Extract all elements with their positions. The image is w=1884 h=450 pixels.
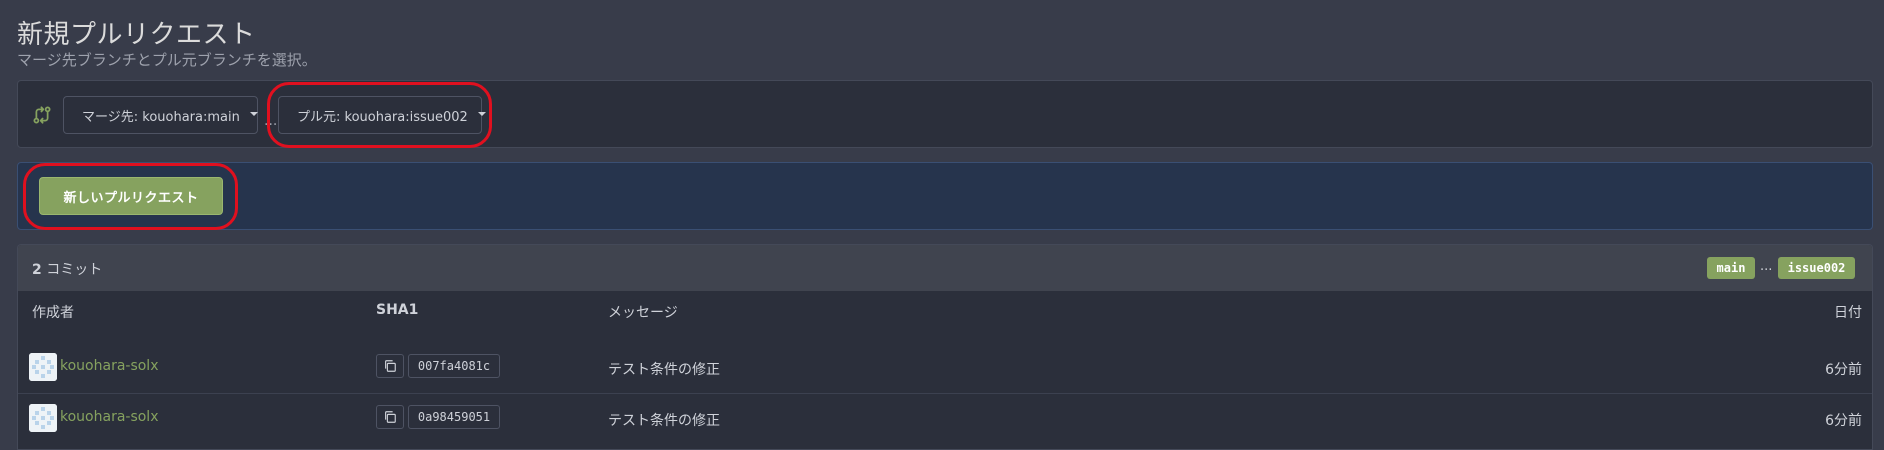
commit-row: kouohara-solx 0a98459051 テスト条件の修正 6分前	[18, 393, 1872, 443]
copy-sha-button[interactable]	[376, 354, 404, 378]
commit-date: 6分前	[1825, 413, 1862, 429]
column-header-message: メッセージ	[608, 305, 678, 321]
commit-count-number: 2	[32, 262, 42, 278]
commit-message[interactable]: テスト条件の修正	[608, 410, 720, 430]
page-title: 新規プルリクエスト	[17, 20, 256, 50]
new-pull-request-panel: 新しいプルリクエスト	[17, 162, 1873, 230]
column-header-author: 作成者	[32, 305, 74, 321]
commit-message[interactable]: テスト条件の修正	[608, 359, 720, 379]
avatar[interactable]	[29, 404, 57, 432]
head-branch-dropdown[interactable]: プル元: kouohara:issue002	[278, 96, 486, 134]
git-compare-icon	[32, 105, 52, 125]
author-link[interactable]: kouohara-solx	[60, 409, 159, 425]
branch-range-dots: ...	[1760, 259, 1773, 274]
page-subtitle: マージ先ブランチとプル元ブランチを選択。	[17, 51, 317, 69]
caret-down-icon	[477, 112, 486, 116]
copy-icon	[385, 360, 396, 372]
head-branch-badge: issue002	[1778, 257, 1855, 279]
commits-panel: 2 コミット main ... issue002 作成者 SHA1 メッセージ …	[17, 244, 1873, 450]
commit-row: kouohara-solx 007fa4081c テスト条件の修正 6分前	[18, 343, 1872, 393]
commits-header: 2 コミット main ... issue002	[18, 245, 1872, 291]
avatar[interactable]	[29, 353, 57, 381]
commit-date: 6分前	[1825, 362, 1862, 378]
base-branch-label: マージ先: kouohara:main	[82, 109, 240, 125]
base-branch-dropdown[interactable]: マージ先: kouohara:main	[63, 96, 258, 134]
commit-count-suffix: コミット	[46, 262, 103, 278]
branch-selector-panel: マージ先: kouohara:main ... プル元: kouohara:is…	[17, 80, 1873, 148]
author-link[interactable]: kouohara-solx	[60, 358, 159, 374]
copy-sha-button[interactable]	[376, 405, 404, 429]
commit-sha-link[interactable]: 007fa4081c	[408, 354, 500, 378]
head-branch-label: プル元: kouohara:issue002	[297, 109, 468, 125]
caret-down-icon	[249, 112, 258, 116]
base-branch-badge: main	[1707, 257, 1755, 279]
branch-separator: ...	[264, 113, 278, 129]
commit-count: 2 コミット	[32, 259, 102, 279]
new-pull-request-button[interactable]: 新しいプルリクエスト	[39, 177, 223, 215]
column-header-sha: SHA1	[376, 302, 419, 318]
copy-icon	[385, 411, 396, 423]
commit-sha-link[interactable]: 0a98459051	[408, 405, 500, 429]
column-header-date: 日付	[1834, 305, 1862, 321]
